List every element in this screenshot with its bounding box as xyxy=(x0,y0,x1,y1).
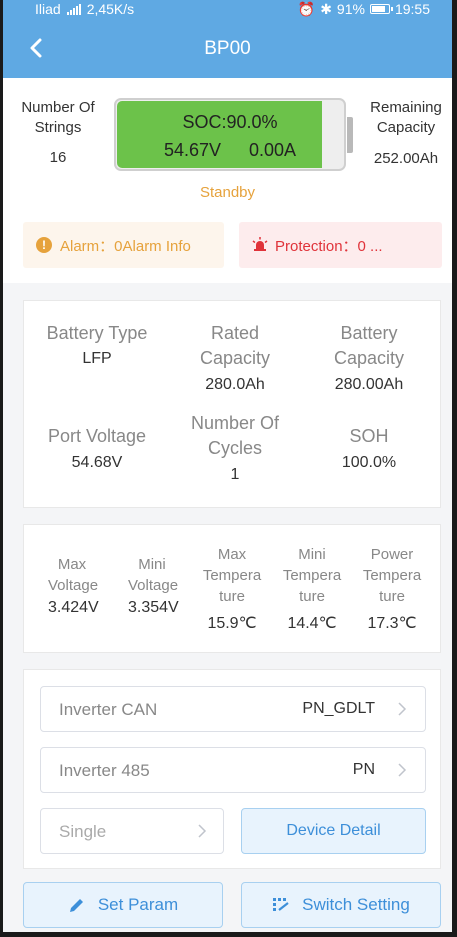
signal-icon xyxy=(66,3,81,15)
alarm-text: Alarm：0Alarm Info xyxy=(60,237,191,255)
strings-block: Number Of Strings 16 xyxy=(17,98,99,166)
battery-type-cell: Battery Type LFP xyxy=(27,321,167,368)
rated-capacity-cell: Rated Capacity 280.0Ah xyxy=(163,321,307,394)
max-temperature-cell: Max Tempera ture 15.9℃ xyxy=(192,544,272,633)
max-voltage-label: Max Voltage xyxy=(48,556,99,594)
port-voltage-label: Port Voltage xyxy=(47,426,147,446)
inverter-485-select[interactable]: Inverter 485 PN xyxy=(40,747,426,793)
mini-temperature-cell: Mini Tempera ture 14.4℃ xyxy=(272,544,352,633)
switch-settings-icon xyxy=(273,898,289,911)
protection-info[interactable]: Protection：0 ... xyxy=(239,222,442,268)
rated-capacity-label: Rated Capacity xyxy=(199,323,271,368)
battery-capacity-cell: Battery Capacity 280.00Ah xyxy=(299,321,439,394)
battery-type-value: LFP xyxy=(82,350,112,367)
mini-voltage-value: 3.354V xyxy=(128,599,179,616)
battery-capacity-value: 280.00Ah xyxy=(334,376,404,393)
cycles-label: Number Of Cycles xyxy=(190,413,280,458)
chevron-right-icon xyxy=(398,763,407,777)
bluetooth-icon: ✱ xyxy=(320,0,332,17)
chevron-right-icon xyxy=(398,702,407,716)
battery-terminal xyxy=(347,117,353,153)
strings-label: Number Of Strings xyxy=(21,99,95,136)
summary-card: Number Of Strings 16 SOC:90.0% 54.67V 0.… xyxy=(3,78,452,283)
port-voltage-cell: Port Voltage 54.68V xyxy=(27,424,167,472)
inverter-can-value: PN_GDLT xyxy=(302,700,375,717)
power-temperature-value: 17.3℃ xyxy=(367,615,417,632)
mini-temperature-label: Mini Tempera ture xyxy=(282,546,342,605)
set-param-label: Set Param xyxy=(97,895,179,914)
alarm-info[interactable]: ! Alarm：0Alarm Info xyxy=(23,222,224,268)
battery-percent: 91% xyxy=(336,1,365,17)
soh-value: 100.0% xyxy=(341,454,397,471)
soh-label: SOH xyxy=(349,426,389,446)
mini-voltage-label: Mini Voltage xyxy=(128,556,179,594)
rated-capacity-value: 280.0Ah xyxy=(205,376,265,393)
max-voltage-value: 3.424V xyxy=(48,599,99,616)
warning-icon: ! xyxy=(36,237,52,253)
state-label: Standby xyxy=(199,184,256,201)
page-title: BP00 xyxy=(204,38,251,59)
cycles-value: 1 xyxy=(230,466,240,483)
pack-current: 0.00A xyxy=(249,140,297,160)
remaining-label: Remaining Capacity xyxy=(370,99,442,136)
inverter-can-label: Inverter CAN xyxy=(59,700,158,719)
set-param-button[interactable]: Set Param xyxy=(23,882,223,928)
remaining-block: Remaining Capacity 252.00Ah xyxy=(364,98,448,167)
bottom-bar: Set Param Switch Setting xyxy=(3,870,452,932)
max-voltage-cell: Max Voltage 3.424V xyxy=(32,554,112,617)
power-temperature-label: Power Tempera ture xyxy=(362,546,422,605)
alarm-clock-icon: ⏰ xyxy=(297,0,316,17)
max-temperature-label: Max Tempera ture xyxy=(202,546,262,605)
inverter-can-select[interactable]: Inverter CAN PN_GDLT xyxy=(40,686,426,732)
power-temperature-cell: Power Tempera ture 17.3℃ xyxy=(352,544,432,633)
network-speed: 2,45K/s xyxy=(86,1,135,17)
status-bar: Iliad 2,45K/s ⏰ ✱ 91% 19:55 xyxy=(3,0,452,18)
nav-bar: BP00 xyxy=(3,18,452,78)
cycles-cell: Number Of Cycles 1 xyxy=(163,411,307,484)
strings-value: 16 xyxy=(49,149,67,166)
mini-voltage-cell: Mini Voltage 3.354V xyxy=(112,554,192,617)
battery-capacity-label: Battery Capacity xyxy=(333,323,405,368)
device-detail-button[interactable]: Device Detail xyxy=(241,808,426,854)
mode-select[interactable]: Single xyxy=(40,808,224,854)
soh-cell: SOH 100.0% xyxy=(299,424,439,472)
status-left: Iliad 2,45K/s xyxy=(35,0,134,18)
battery-info-card: Battery Type LFP Rated Capacity 280.0Ah … xyxy=(23,300,441,508)
battery-type-label: Battery Type xyxy=(46,323,148,343)
soc-text: SOC:90.0% xyxy=(182,112,278,132)
pack-voltage: 54.67V xyxy=(164,140,222,160)
battery-gauge: SOC:90.0% 54.67V 0.00A xyxy=(114,98,353,171)
port-voltage-value: 54.68V xyxy=(71,454,123,471)
mode-value: Single xyxy=(59,822,107,841)
max-temperature-value: 15.9℃ xyxy=(207,615,257,632)
switch-setting-button[interactable]: Switch Setting xyxy=(241,882,441,928)
cell-stats-card: Max Voltage 3.424V Mini Voltage 3.354V M… xyxy=(23,524,441,653)
pencil-icon xyxy=(69,899,83,912)
carrier-name: Iliad xyxy=(35,1,61,17)
status-right: ⏰ ✱ 91% 19:55 xyxy=(298,0,430,18)
clock: 19:55 xyxy=(394,1,430,17)
chevron-right-icon xyxy=(198,824,207,838)
settings-card: Inverter CAN PN_GDLT Inverter 485 PN Sin… xyxy=(23,669,441,869)
app-screen: Iliad 2,45K/s ⏰ ✱ 91% 19:55 BP00 Number … xyxy=(3,0,452,932)
inverter-485-value: PN xyxy=(352,761,375,778)
protection-text: Protection：0 ... xyxy=(275,237,383,255)
remaining-value: 252.00Ah xyxy=(373,150,439,167)
inverter-485-label: Inverter 485 xyxy=(59,761,150,780)
battery-icon xyxy=(369,4,393,14)
alarm-light-icon xyxy=(252,237,268,251)
mini-temperature-value: 14.4℃ xyxy=(287,615,337,632)
switch-setting-label: Switch Setting xyxy=(302,895,410,914)
